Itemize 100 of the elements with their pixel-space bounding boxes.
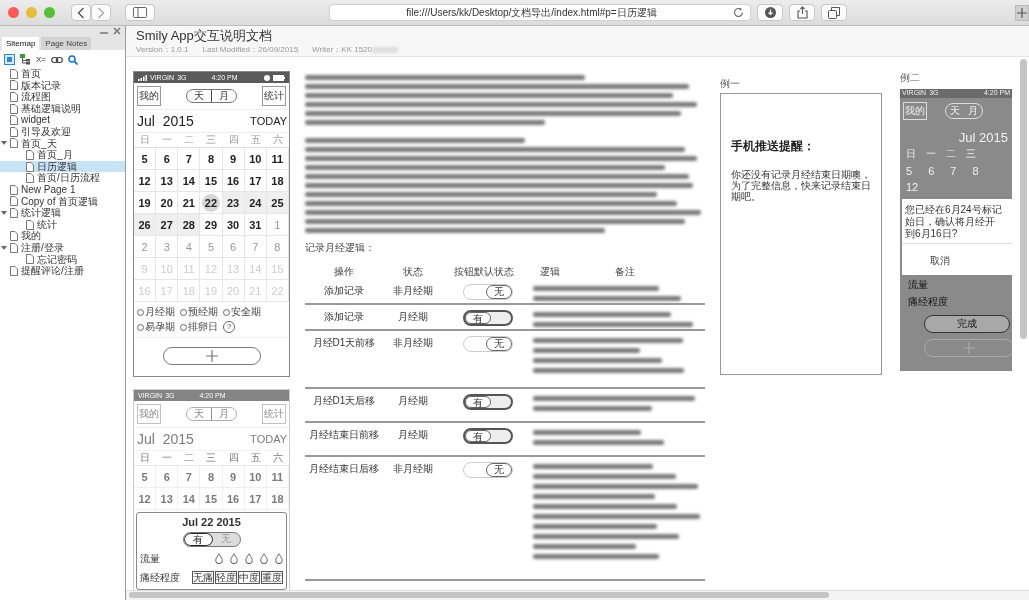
toggle-switch[interactable]: 有	[463, 428, 513, 444]
sitemap-item[interactable]: 首页_月	[0, 149, 125, 161]
sitemap-item[interactable]: 首页/日历流程	[0, 172, 125, 184]
my-button[interactable]: 我的	[137, 404, 161, 424]
day-cell[interactable]: 30	[222, 214, 245, 236]
legend-item[interactable]: 预经期	[180, 305, 218, 319]
sidebar-tab[interactable]: Sitemap	[2, 37, 40, 50]
day-cell: 7	[950, 165, 957, 177]
weekday-label: 四	[227, 133, 240, 147]
day-cell[interactable]: 24	[244, 192, 267, 214]
segment-tab[interactable]: 月	[211, 408, 236, 420]
day-cell[interactable]: 14	[178, 170, 201, 192]
day-cell[interactable]: 22	[200, 192, 223, 214]
table-cell-text: 添加记录	[323, 284, 365, 298]
sitemap-item[interactable]: 首页_天	[0, 137, 125, 150]
month-label: Jul 2015	[137, 431, 194, 447]
sitemap-item[interactable]: 我的	[0, 230, 125, 242]
segment-tab[interactable]: 天	[187, 90, 211, 102]
day-cell[interactable]: 13	[156, 488, 179, 510]
popup-date: Jul 22 2015	[181, 515, 242, 530]
day-cell[interactable]: 8	[200, 466, 223, 488]
day-cell[interactable]: 9	[222, 466, 245, 488]
day-cell[interactable]: 15	[200, 488, 223, 510]
sitemap-item[interactable]: widget	[0, 114, 125, 126]
address-bar[interactable]: file:///Users/kk/Desktop/文档导出/index.html#p=日历逻辑	[329, 4, 751, 21]
day-cell[interactable]: 11	[266, 148, 289, 170]
pain-option[interactable]: 无痛	[192, 571, 214, 584]
sitemap-item[interactable]: New Page 1	[0, 183, 125, 196]
day-cell[interactable]: 8	[200, 148, 223, 170]
weekday-label: 日	[906, 147, 916, 161]
sitemap-item[interactable]: 统计	[0, 218, 125, 231]
column-header: 按钮默认状态	[453, 265, 515, 279]
day-cell[interactable]: 17	[244, 488, 267, 510]
legend-item[interactable]: 易孕期	[137, 320, 175, 334]
toggle-switch[interactable]: 无	[463, 284, 513, 300]
day-cell[interactable]: 12	[134, 170, 157, 192]
segment-tab[interactable]: 天	[187, 408, 211, 420]
day-cell[interactable]: 10	[244, 148, 267, 170]
day-cell[interactable]: 9	[222, 148, 245, 170]
notification-text: 你还没有记录月经结束日期噢，为了完整信息，快来记录结束日期吧。	[731, 169, 871, 202]
variables-button[interactable]: X=	[36, 55, 46, 64]
weekday-label: 六	[271, 451, 284, 465]
stats-button[interactable]: 统计	[262, 404, 286, 424]
sitemap-item[interactable]: 注册/登录	[0, 241, 125, 254]
sitemap-item[interactable]: 日历逻辑	[0, 160, 125, 173]
cancel-button[interactable]: 取消	[924, 253, 956, 269]
legend-item[interactable]: 月经期	[137, 305, 175, 319]
notification-title: 手机推送提醒：	[731, 138, 816, 155]
day-cell[interactable]: 27	[156, 214, 179, 236]
day-cell[interactable]: 15	[200, 170, 223, 192]
sitemap-item[interactable]: 基础逻辑说明	[0, 102, 125, 115]
today-button[interactable]: TODAY	[250, 115, 287, 127]
toggle-switch[interactable]: 无	[463, 462, 513, 478]
day-cell[interactable]: 23	[222, 192, 245, 214]
sitemap-item[interactable]: 流程图	[0, 91, 125, 103]
day-cell[interactable]: 6	[156, 466, 179, 488]
day-cell[interactable]: 26	[134, 214, 157, 236]
day-cell[interactable]: 5	[134, 466, 157, 488]
legend-item[interactable]: 排卵日	[180, 320, 218, 334]
table-cell-text: 非月经期	[392, 462, 434, 476]
writer-text: Writer：KK 1520	[312, 44, 372, 55]
day-cell[interactable]: 31	[244, 214, 267, 236]
sidebar-tab[interactable]: Page Notes	[41, 37, 92, 50]
sitemap-item[interactable]: 首页	[0, 68, 125, 80]
toggle-switch[interactable]: 无	[463, 336, 513, 352]
day-cell[interactable]: 10	[244, 466, 267, 488]
stats-button[interactable]: 统计	[262, 86, 286, 106]
today-button[interactable]: TODAY	[250, 433, 287, 445]
day-cell[interactable]: 11	[266, 466, 289, 488]
sitemap-item[interactable]: 引导及欢迎	[0, 125, 125, 138]
segment-tab[interactable]: 月	[211, 90, 236, 102]
day-cell: 5	[906, 165, 913, 177]
pain-option[interactable]: 重度	[261, 571, 283, 584]
sitemap-item[interactable]: 版本记录	[0, 79, 125, 92]
day-cell[interactable]: 14	[178, 488, 201, 510]
day-cell[interactable]: 7	[178, 466, 201, 488]
toggle-switch[interactable]: 有	[463, 394, 513, 410]
day-cell[interactable]: 28	[178, 214, 201, 236]
legend-item[interactable]: 安全期	[223, 305, 261, 319]
day-cell[interactable]: 13	[156, 170, 179, 192]
day-cell[interactable]: 6	[156, 148, 179, 170]
toggle-option[interactable]: 有	[183, 533, 213, 546]
pain-option[interactable]: 轻度	[215, 571, 237, 584]
toggle-switch[interactable]: 有	[463, 310, 513, 326]
day-cell[interactable]: 7	[178, 148, 201, 170]
my-button[interactable]: 我的	[137, 86, 161, 106]
sitemap-item[interactable]: Copy of 首页逻辑	[0, 195, 125, 208]
day-cell[interactable]: 18	[266, 488, 289, 510]
done-button[interactable]: 完成	[924, 315, 1010, 333]
sitemap-item[interactable]: 忘记密码	[0, 253, 125, 266]
day-cell[interactable]: 29	[200, 214, 223, 236]
day-cell[interactable]: 5	[134, 148, 157, 170]
table-cell-text: 月经期	[397, 394, 429, 408]
day-cell[interactable]: 25	[266, 192, 289, 214]
day-cell[interactable]: 16	[222, 488, 245, 510]
weekday-label: 三	[966, 147, 976, 161]
pain-option[interactable]: 中度	[238, 571, 260, 584]
day-cell[interactable]: 12	[134, 488, 157, 510]
sitemap-item[interactable]: 统计逻辑	[0, 207, 125, 219]
sitemap-item[interactable]: 提醒评论/注册	[0, 265, 125, 277]
